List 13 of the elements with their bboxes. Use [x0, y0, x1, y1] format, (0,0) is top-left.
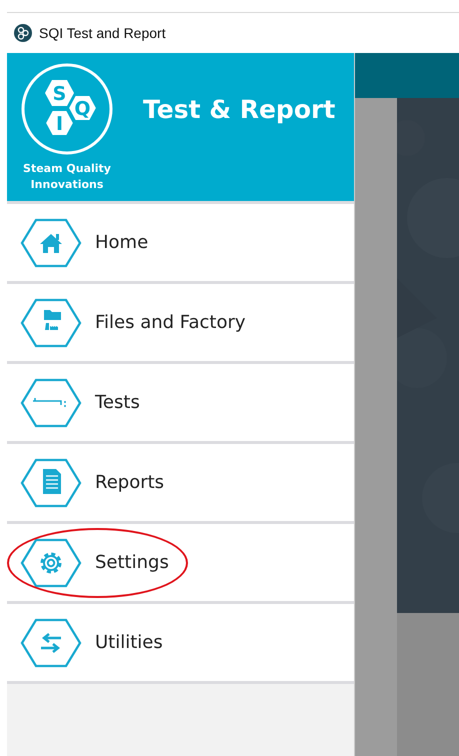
window-title: SQI Test and Report [39, 25, 166, 41]
app-title: Test & Report [143, 95, 336, 124]
company-name: Steam Quality Innovations [22, 161, 112, 193]
menu-item[interactable]: Reports [7, 444, 354, 521]
menu-item[interactable]: Utilities [7, 604, 354, 681]
menu-item[interactable]: Home [7, 204, 354, 281]
menu-item[interactable]: Files and Factory [7, 284, 354, 361]
logo-letter: S [52, 83, 66, 105]
menu-item[interactable]: Settings [7, 524, 354, 601]
menu-item[interactable]: Tests [7, 364, 354, 441]
app-logo-icon [14, 24, 32, 42]
logo-letter: I [56, 113, 64, 135]
logo-letter: Q [74, 98, 91, 120]
